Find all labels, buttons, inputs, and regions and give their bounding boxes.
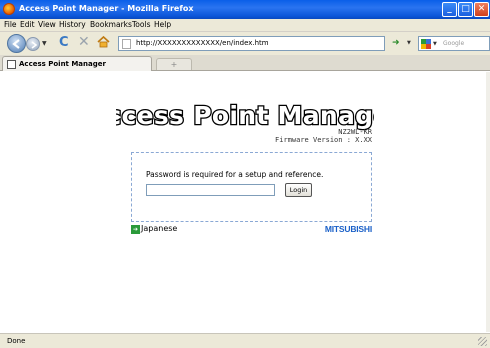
brand-logo: MITSUBISHI [324, 224, 372, 234]
search-placeholder: Google [443, 40, 465, 47]
tab-bar: Access Point Manager + [0, 55, 490, 71]
firmware-label: Firmware Version [275, 136, 343, 144]
login-message: Password is required for a setup and ref… [146, 170, 324, 179]
language-link-japanese[interactable]: Japanese [141, 224, 177, 233]
minimize-button[interactable]: _ [442, 2, 457, 17]
new-tab-button[interactable]: + [156, 58, 192, 70]
forward-button[interactable] [26, 37, 40, 51]
page-logo: Access Point Manager [116, 100, 374, 132]
search-engine-icon[interactable] [421, 39, 431, 49]
search-bar[interactable]: ▼ Google [418, 36, 490, 51]
reload-icon[interactable]: C [59, 36, 69, 50]
status-bar: Done [0, 333, 490, 348]
firmware-version: Firmware Version : X.XX [220, 136, 372, 144]
menu-file[interactable]: File [4, 20, 17, 29]
window-title: Access Point Manager - Mozilla Firefox [19, 4, 194, 13]
firmware-separator: : [342, 136, 356, 144]
menu-history[interactable]: History [59, 20, 86, 29]
engine-dropdown-icon[interactable]: ▼ [433, 41, 437, 47]
menu-tools[interactable]: Tools [132, 20, 150, 29]
arrow-right-icon: ➔ [131, 225, 140, 234]
page-icon [122, 39, 131, 49]
back-arrow-icon [12, 39, 20, 49]
menu-edit[interactable]: Edit [20, 20, 35, 29]
model-number: NZ2WL-KR [338, 128, 372, 136]
close-button[interactable]: ✕ [474, 2, 489, 17]
firefox-icon [3, 3, 15, 15]
menu-bookmarks[interactable]: Bookmarks [90, 20, 132, 29]
home-icon[interactable] [97, 35, 110, 50]
status-text: Done [7, 337, 26, 345]
window-titlebar: Access Point Manager - Mozilla Firefox _… [0, 0, 490, 19]
navigation-toolbar: ▼ C ✕ http://XXXXXXXXXXXXX/en/index.htm … [0, 32, 490, 55]
firmware-value: X.XX [355, 136, 372, 144]
maximize-button[interactable]: □ [458, 2, 473, 17]
stop-icon[interactable]: ✕ [78, 35, 90, 49]
page-content: Access Point Manager NZ2WL-KR Firmware V… [0, 72, 490, 332]
resize-grip-icon[interactable] [478, 337, 487, 346]
back-button[interactable] [7, 34, 26, 53]
tab-label: Access Point Manager [19, 60, 106, 68]
go-icon[interactable]: ➜ [392, 38, 400, 48]
logo-text: Access Point Manager [116, 101, 374, 130]
forward-arrow-icon [31, 41, 38, 49]
url-text: http://XXXXXXXXXXXXX/en/index.htm [136, 39, 269, 47]
tab-page-icon [7, 60, 16, 69]
url-dropdown-icon[interactable]: ▼ [407, 40, 411, 46]
url-bar[interactable]: http://XXXXXXXXXXXXX/en/index.htm [118, 36, 385, 51]
tab-access-point-manager[interactable]: Access Point Manager [2, 56, 152, 71]
menu-view[interactable]: View [38, 20, 56, 29]
login-button[interactable]: Login [285, 183, 312, 197]
menu-bar: File Edit View History Bookmarks Tools H… [0, 19, 490, 32]
menu-help[interactable]: Help [154, 20, 171, 29]
login-box: Password is required for a setup and ref… [131, 152, 372, 222]
history-dropdown-icon[interactable]: ▼ [42, 40, 47, 47]
password-input[interactable] [146, 184, 275, 196]
vertical-scrollbar[interactable] [486, 72, 490, 332]
